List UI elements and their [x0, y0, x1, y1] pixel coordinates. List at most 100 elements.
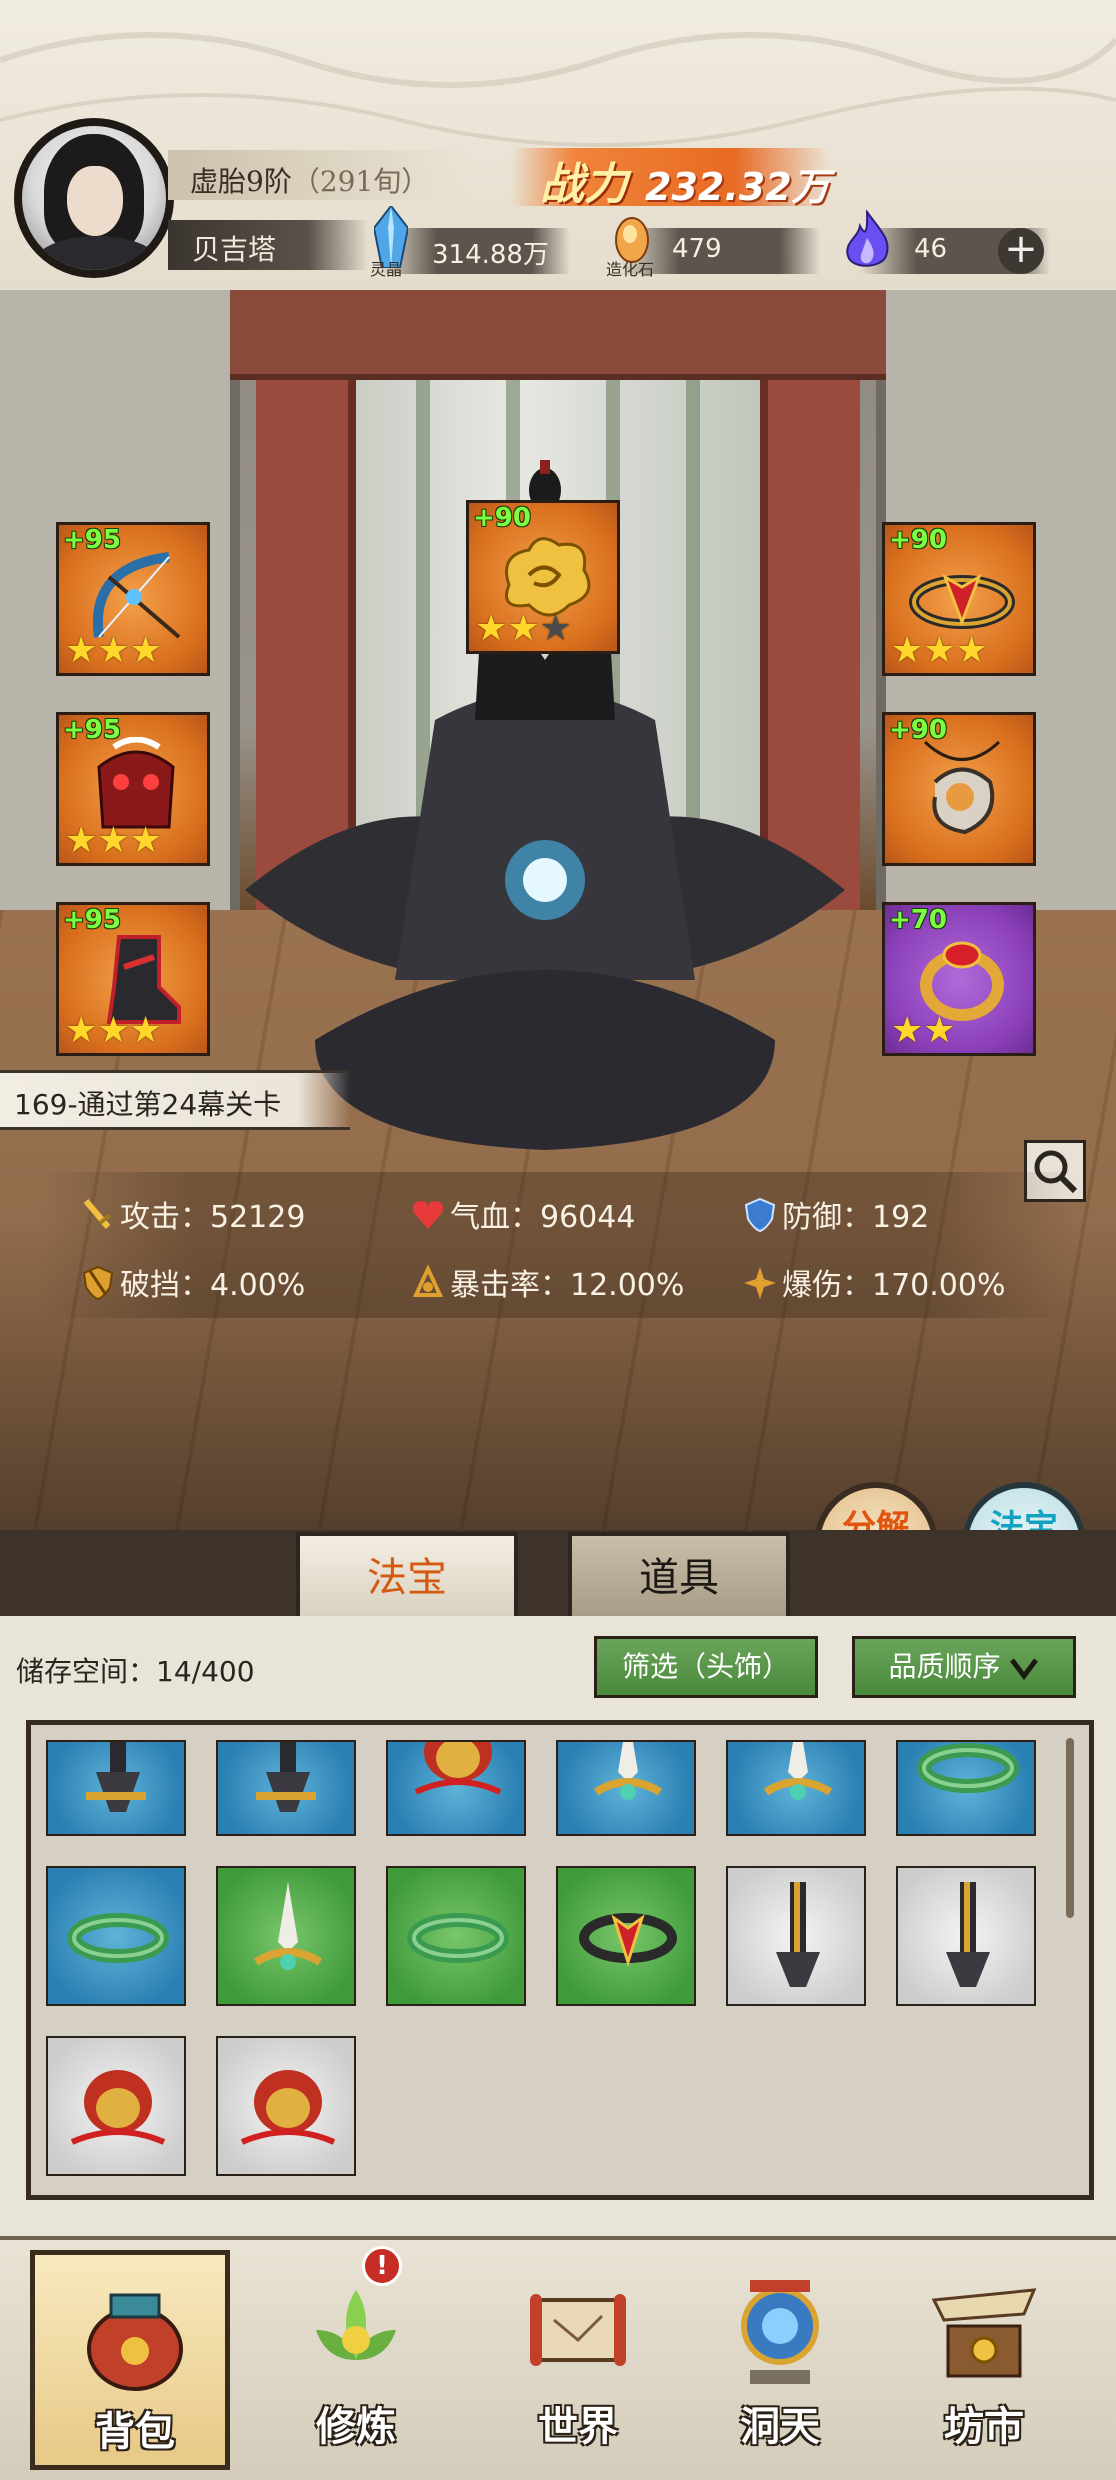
nav-grotto-label: 洞天 [740, 2403, 820, 2450]
beast-mask-icon [240, 2070, 336, 2145]
broken-shield-icon [82, 1265, 114, 1301]
bag-icon [87, 2293, 183, 2391]
stat-defense-value: 192 [872, 1200, 930, 1235]
stat-crit-rate-label: 暴击率： [450, 1268, 570, 1303]
market-stall-icon [931, 2288, 1037, 2378]
nav-market[interactable]: 坊市 [884, 2250, 1084, 2470]
inventory-item[interactable] [386, 1740, 526, 1836]
leaf-wreath-icon [407, 1913, 509, 1963]
stat-crit-damage-value: 170.00% [872, 1268, 1006, 1303]
nav-world[interactable]: 世界 [478, 2250, 678, 2470]
equip-slot-right-1[interactable]: +90 ★★★ [882, 522, 1036, 676]
inventory-item[interactable] [216, 1740, 356, 1836]
pendant-icon [923, 740, 1001, 835]
dark-staff-icon [946, 1882, 990, 1987]
dark-staff-icon [256, 1742, 316, 1812]
inventory-item[interactable] [216, 1866, 356, 2006]
stat-hp-label: 气血： [450, 1200, 540, 1235]
equip-slot-center[interactable]: +90 ★★★ [466, 500, 620, 654]
beast-mask-icon [414, 1742, 502, 1795]
stat-crit-rate-value: 12.00% [570, 1268, 685, 1303]
enhance-level: +95 [63, 715, 121, 745]
tab-items[interactable]: 道具 [568, 1532, 790, 1616]
nav-cultivate[interactable]: 修炼 [256, 2250, 456, 2470]
inventory-item[interactable] [46, 1740, 186, 1836]
stat-pierce-value: 4.00% [210, 1268, 306, 1303]
sword-icon [83, 1199, 112, 1229]
inventory-item[interactable] [726, 1866, 866, 2006]
inventory-item[interactable] [46, 1866, 186, 2006]
filter-button[interactable]: 筛选（头饰） [594, 1636, 818, 1698]
inventory-item[interactable] [556, 1866, 696, 2006]
inventory-item[interactable] [46, 2036, 186, 2176]
inventory-item[interactable] [216, 2036, 356, 2176]
inventory-item[interactable] [896, 1866, 1036, 2006]
tab-treasure[interactable]: 法宝 [296, 1532, 518, 1616]
stat-hp: 气血：96044 [410, 1192, 635, 1236]
flame-amount: 46 [914, 234, 948, 264]
stat-hp-value: 96044 [540, 1200, 636, 1235]
realm-age: （291旬） [291, 165, 430, 198]
shield-icon [744, 1197, 776, 1233]
nav-cultivate-label: 修炼 [316, 2403, 396, 2450]
star-rating: ★★★ [475, 608, 572, 649]
inventory-scrollbar[interactable] [1066, 1738, 1074, 1918]
enhance-level: +90 [473, 503, 531, 533]
avatar-face [67, 166, 123, 236]
nav-bag[interactable]: 背包 [30, 2250, 230, 2470]
crit-rate-icon [412, 1265, 444, 1297]
realm-level: 虚胎9阶 [190, 165, 292, 198]
enhance-level: +95 [63, 905, 121, 935]
chevron-down-icon [1010, 1658, 1039, 1681]
equip-slot-left-3[interactable]: +95 ★★★ [56, 902, 210, 1056]
stat-pierce: 破挡：4.00% [80, 1260, 305, 1304]
star-rating: ★★★ [65, 820, 162, 861]
equip-slot-left-1[interactable]: +95 ★★★ [56, 522, 210, 676]
star-rating: ★★★ [65, 1010, 162, 1051]
star-rating: ★★ [891, 1010, 956, 1051]
enhance-level: +90 [889, 715, 947, 745]
lotus-icon [316, 2290, 396, 2360]
dark-staff-icon [86, 1742, 146, 1812]
tab-strip [0, 1530, 1116, 1620]
stage-progress-text: 169-通过第24幕关卡 [14, 1088, 282, 1121]
scroll-map-icon [530, 2294, 626, 2366]
combat-power-label: 战力 [540, 159, 628, 210]
star-rating: ★★★ [891, 630, 988, 671]
stat-crit-rate: 暴击率：12.00% [410, 1260, 684, 1304]
enhance-level: +90 [889, 525, 947, 555]
storage-label: 储存空间： [16, 1655, 157, 1688]
jade-crown-icon [593, 1742, 663, 1800]
stat-crit-damage-label: 爆伤： [782, 1268, 872, 1303]
nav-world-label: 世界 [538, 2403, 618, 2450]
stat-attack-value: 52129 [210, 1200, 306, 1235]
add-currency-button[interactable]: + [998, 228, 1044, 274]
inventory-item[interactable] [386, 1866, 526, 2006]
stat-pierce-label: 破挡： [120, 1268, 210, 1303]
portal-icon [741, 2280, 819, 2384]
equip-slot-right-2[interactable]: +90 [882, 712, 1036, 866]
stat-attack-label: 攻击： [120, 1200, 210, 1235]
stone-amount: 479 [672, 234, 722, 264]
crystal-caption: 灵晶 [370, 260, 403, 279]
equip-slot-right-3[interactable]: +70 ★★ [882, 902, 1036, 1056]
nav-bag-label: 背包 [95, 2408, 175, 2455]
inventory-item[interactable] [556, 1740, 696, 1836]
spirit-flame-icon [846, 210, 889, 267]
stat-crit-damage: 爆伤：170.00% [742, 1260, 1005, 1304]
inventory-item[interactable] [896, 1740, 1036, 1836]
nav-grotto[interactable]: 洞天 [680, 2250, 880, 2470]
cultivation-realm: 虚胎9阶（291旬） [190, 160, 429, 200]
inventory-item[interactable] [726, 1740, 866, 1836]
storage-count: 14/400 [156, 1655, 255, 1688]
dark-staff-icon [776, 1882, 820, 1987]
stone-caption: 造化石 [606, 260, 655, 279]
sort-quality-dropdown[interactable]: 品质顺序 [852, 1636, 1076, 1698]
stat-attack: 攻击：52129 [80, 1192, 305, 1236]
player-avatar[interactable] [14, 118, 174, 278]
nav-market-label: 坊市 [944, 2403, 1024, 2450]
jade-crown-icon [253, 1882, 323, 1970]
equip-slot-left-2[interactable]: +95 ★★★ [56, 712, 210, 866]
headband-icon [579, 1913, 677, 1967]
crit-damage-icon [744, 1267, 776, 1299]
